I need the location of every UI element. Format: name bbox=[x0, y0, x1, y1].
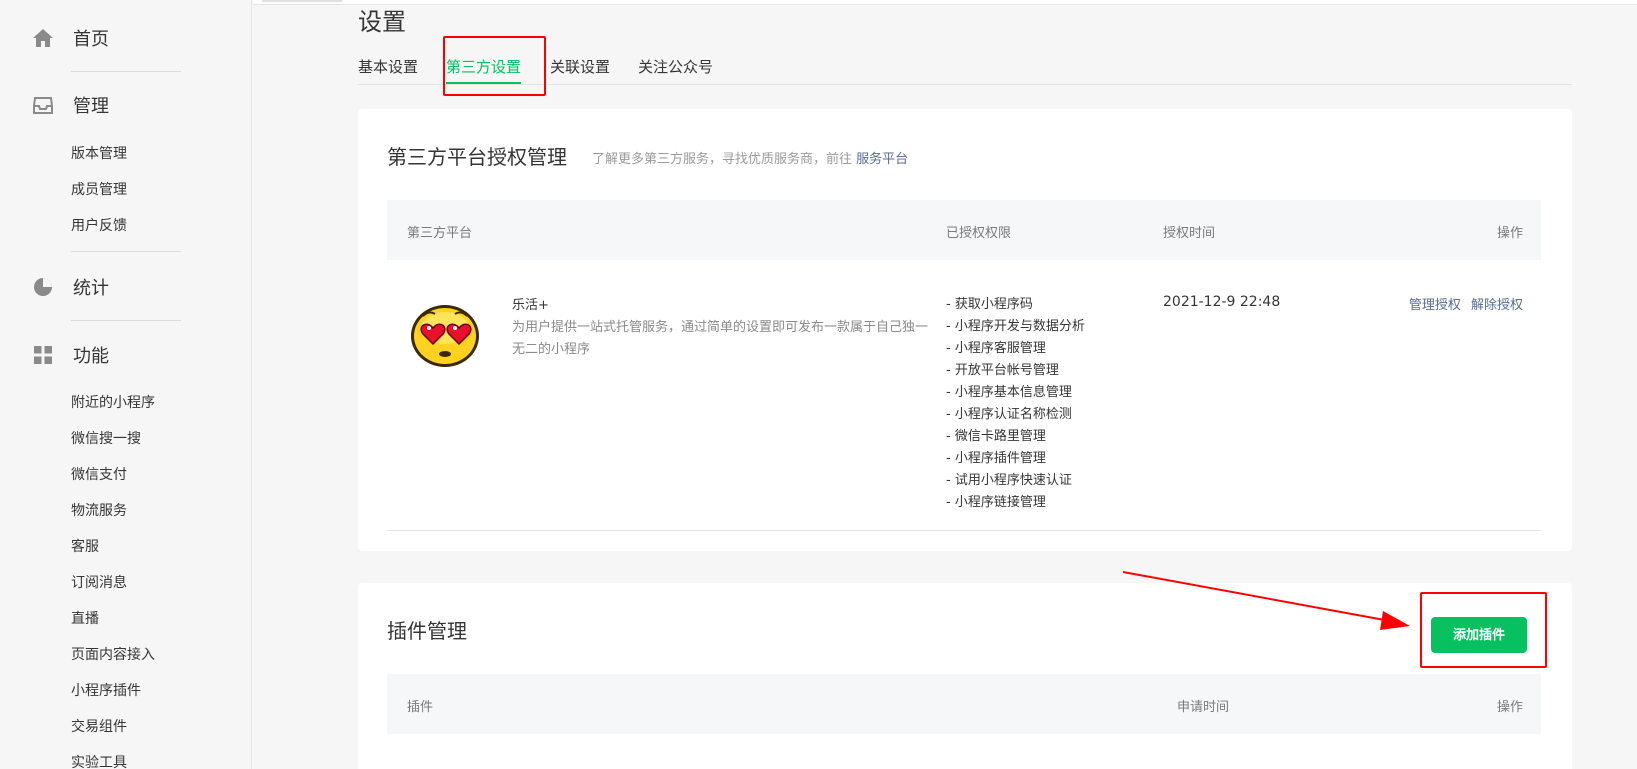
inbox-icon bbox=[33, 97, 53, 114]
col-plugin-ops: 操作 bbox=[1496, 700, 1523, 715]
top-bar bbox=[253, 0, 1637, 5]
nav-manage-label: 管理 bbox=[73, 96, 109, 117]
third-party-desc: 了解更多第三方服务，寻找优质服务商，前往 服务平台 bbox=[592, 148, 908, 167]
nav-item-plugin[interactable]: 小程序插件 bbox=[71, 681, 141, 701]
nav-divider bbox=[71, 320, 181, 321]
nav-home-label: 首页 bbox=[73, 29, 109, 50]
permission-item: - 小程序开发与数据分析 bbox=[946, 319, 1085, 334]
nav-divider bbox=[71, 71, 181, 72]
third-party-card: 第三方平台授权管理 了解更多第三方服务，寻找优质服务商，前往 服务平台 第三方平… bbox=[358, 109, 1572, 551]
plugin-title: 插件管理 bbox=[387, 619, 467, 643]
home-icon bbox=[33, 29, 53, 47]
auth-time: 2021-12-9 22:48 bbox=[1163, 294, 1281, 310]
permission-list: - 获取小程序码 - 小程序开发与数据分析 - 小程序客服管理 - 开放平台帐号… bbox=[946, 294, 1085, 514]
permission-item: - 小程序客服管理 bbox=[946, 341, 1046, 356]
third-party-table-header: 第三方平台 已授权权限 授权时间 操作 bbox=[387, 200, 1541, 260]
nav-manage[interactable]: 管理 bbox=[32, 91, 109, 119]
nav-item-search[interactable]: 微信搜一搜 bbox=[71, 429, 141, 449]
nav-home[interactable]: 首页 bbox=[32, 24, 109, 52]
nav-item-members[interactable]: 成员管理 bbox=[71, 180, 127, 200]
nav-item-content[interactable]: 页面内容接入 bbox=[71, 645, 155, 665]
nav-item-version[interactable]: 版本管理 bbox=[71, 144, 127, 164]
top-bar-tab bbox=[262, 0, 342, 2]
manage-auth-link[interactable]: 管理授权 bbox=[1409, 298, 1461, 313]
nav-item-customer-service[interactable]: 客服 bbox=[71, 537, 99, 557]
service-platform-link[interactable]: 服务平台 bbox=[856, 152, 908, 167]
plugin-table-header: 插件 申请时间 操作 bbox=[387, 674, 1541, 734]
permission-item: - 小程序基本信息管理 bbox=[946, 385, 1072, 400]
grid-icon bbox=[34, 346, 52, 364]
tab-follow-official-account[interactable]: 关注公众号 bbox=[638, 56, 713, 84]
heart-eyes-emoji-icon bbox=[411, 305, 479, 367]
tab-basic-settings[interactable]: 基本设置 bbox=[358, 56, 418, 84]
nav-item-pay[interactable]: 微信支付 bbox=[71, 465, 127, 485]
col-permissions: 已授权权限 bbox=[946, 226, 1012, 241]
pie-chart-icon bbox=[34, 278, 52, 296]
col-ops: 操作 bbox=[1496, 226, 1523, 241]
tab-related-settings[interactable]: 关联设置 bbox=[550, 56, 610, 84]
nav-item-subscribe[interactable]: 订阅消息 bbox=[71, 573, 127, 593]
permission-item: - 获取小程序码 bbox=[946, 297, 1033, 312]
permission-item: - 小程序认证名称检测 bbox=[946, 407, 1072, 422]
nav-features-label: 功能 bbox=[73, 346, 109, 367]
col-auth-time: 授权时间 bbox=[1163, 226, 1216, 241]
permission-item: - 小程序链接管理 bbox=[946, 495, 1046, 510]
annotation-box-tab bbox=[443, 36, 546, 96]
nav-item-lab[interactable]: 实验工具 bbox=[71, 753, 127, 769]
table-row: 乐活+ 为用户提供一站式托管服务，通过简单的设置即可发布一款属于自己独一无二的小… bbox=[387, 274, 1541, 531]
row-ops: 管理授权 解除授权 bbox=[1403, 294, 1523, 313]
nav-stats-label: 统计 bbox=[73, 278, 109, 299]
col-plugin: 插件 bbox=[407, 700, 434, 715]
app-name: 乐活+ bbox=[512, 298, 549, 313]
annotation-box-button bbox=[1420, 592, 1547, 668]
app-description: 为用户提供一站式托管服务，通过简单的设置即可发布一款属于自己独一无二的小程序 bbox=[512, 320, 929, 357]
col-platform: 第三方平台 bbox=[407, 226, 473, 241]
permission-item: - 开放平台帐号管理 bbox=[946, 363, 1059, 378]
nav-item-trade[interactable]: 交易组件 bbox=[71, 717, 127, 737]
permission-item: - 试用小程序快速认证 bbox=[946, 473, 1072, 488]
permission-item: - 小程序插件管理 bbox=[946, 451, 1046, 466]
plugin-card: 插件管理 添加插件 插件 申请时间 操作 bbox=[358, 583, 1572, 769]
nav-features[interactable]: 功能 bbox=[32, 341, 109, 369]
nav-item-live[interactable]: 直播 bbox=[71, 609, 99, 629]
permission-item: - 微信卡路里管理 bbox=[946, 429, 1046, 444]
nav-stats[interactable]: 统计 bbox=[32, 273, 109, 301]
nav-item-logistics[interactable]: 物流服务 bbox=[71, 501, 127, 521]
sidebar: 首页 管理 版本管理 成员管理 用户反馈 统计 功能 附近的小程序 微信搜一搜 … bbox=[0, 0, 252, 769]
nav-item-feedback[interactable]: 用户反馈 bbox=[71, 216, 127, 236]
page-title: 设置 bbox=[358, 8, 406, 36]
third-party-title: 第三方平台授权管理 bbox=[387, 145, 567, 169]
col-apply-time: 申请时间 bbox=[1177, 700, 1230, 715]
nav-divider bbox=[71, 251, 181, 252]
revoke-auth-link[interactable]: 解除授权 bbox=[1471, 298, 1523, 313]
third-party-desc-text: 了解更多第三方服务，寻找优质服务商，前往 bbox=[592, 152, 853, 167]
nav-item-nearby[interactable]: 附近的小程序 bbox=[71, 393, 155, 413]
